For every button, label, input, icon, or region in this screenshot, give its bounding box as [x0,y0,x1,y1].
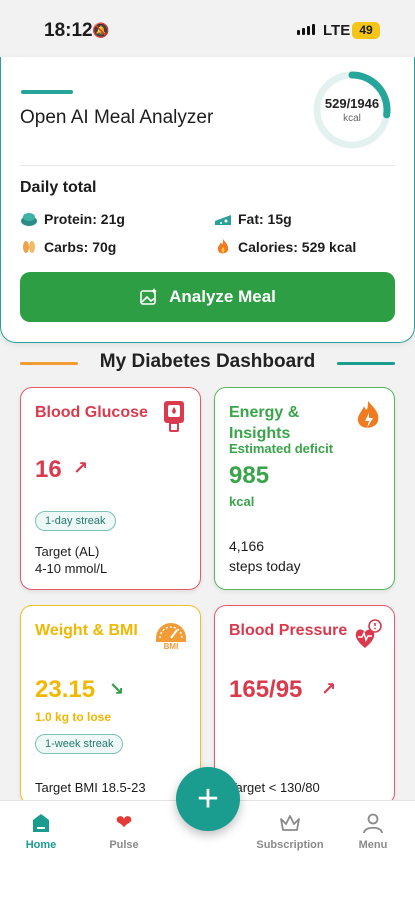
steps-value: 4,166 [229,538,265,554]
fat-value: Fat: 15g [238,211,292,227]
status-bar: 18:12 🔕 LTE 49 [0,0,415,60]
fire-icon [357,401,379,428]
blood-pressure-title: Blood Pressure [229,622,348,639]
heart-icon: ❤ [115,812,133,834]
muted-bell-icon: 🔕 [92,22,110,38]
cheese-icon [215,215,231,225]
accent-line [21,90,73,94]
steps-label: steps today [229,558,301,574]
blood-pressure-card[interactable]: Blood Pressure 165/95 ↗ Target < 130/80 [214,605,395,805]
nav-home[interactable]: Home [1,811,81,851]
blood-glucose-title: Blood Glucose [35,404,148,421]
network-type: LTE [323,22,351,39]
person-icon [363,813,383,834]
glucose-target-range: 4-10 mmol/L [35,561,108,576]
crown-icon [280,815,300,831]
blood-glucose-card[interactable]: Blood Glucose 16 ↗ 1-day streak Target (… [20,387,201,590]
signal-icon [297,24,315,35]
carbs-value: Carbs: 70g [44,239,117,255]
nav-home-label: Home [25,839,57,851]
trend-down-icon: ↘ [109,679,125,699]
glucose-target-label: Target (AL) [35,544,100,559]
meal-analyzer-title: Open AI Meal Analyzer [20,107,214,128]
wheat-icon [23,241,35,253]
blood-pressure-value: 165/95 [229,676,303,703]
trend-up-icon: ↗ [73,458,89,478]
blood-glucose-value: 16 [35,456,62,483]
add-entry-button[interactable]: + [176,767,240,831]
weight-bmi-card[interactable]: Weight & BMI BMI 23.15 ↘ 1.0 kg to lose … [20,605,201,805]
weight-bmi-title: Weight & BMI [35,622,138,639]
bp-target: Target < 130/80 [229,780,320,795]
battery-icon: 49 [352,22,380,39]
bmi-gauge-icon: BMI [156,623,186,650]
calorie-progress-unit: kcal [343,113,361,124]
bp-trend-up-icon: ↗ [321,679,337,699]
glucose-meter-icon [164,401,184,432]
nav-menu[interactable]: Menu [333,811,413,851]
dashboard-accent-right [337,362,395,365]
weight-streak-badge: 1-week streak [35,734,124,754]
calories-stat: Calories: 529 kcal [214,238,356,256]
nav-subscription[interactable]: Subscription [250,811,330,851]
protein-stat: Protein: 21g [20,210,125,228]
nav-pulse-label: Pulse [109,839,139,851]
analyze-meal-button[interactable]: Analyze Meal [20,272,395,322]
analyze-meal-label: Analyze Meal [169,287,276,306]
fat-stat: Fat: 15g [214,210,292,228]
protein-value: Protein: 21g [44,211,125,227]
carbs-stat: Carbs: 70g [20,238,116,256]
status-time: 18:12 [44,20,93,41]
calories-value: Calories: 529 kcal [238,239,357,255]
image-sparkle-icon [140,288,158,305]
energy-insights-title: Energy & Insights [229,404,300,442]
heart-pressure-icon [355,619,382,648]
calorie-progress-value: 529/1946 [324,96,380,111]
divider [20,165,395,166]
nav-pulse[interactable]: ❤ Pulse [84,811,164,851]
nav-menu-label: Menu [358,839,388,851]
bmi-target: Target BMI 18.5-23 [35,780,146,795]
protein-icon [21,213,37,226]
energy-deficit-value: 985 [229,462,270,489]
nav-subscription-label: Subscription [256,839,324,851]
flame-icon [217,239,229,254]
svg-text:BMI: BMI [164,642,179,650]
energy-deficit-unit: kcal [229,494,255,509]
weight-to-lose: 1.0 kg to lose [35,710,112,724]
dashboard-header: My Diabetes Dashboard [0,351,415,375]
daily-total-label: Daily total [20,179,97,196]
home-icon [33,814,49,832]
glucose-streak-badge: 1-day streak [35,511,116,531]
energy-insights-card[interactable]: Energy & Insights Estimated deficit 985 … [214,387,395,590]
energy-subtitle: Estimated deficit [229,441,334,456]
bmi-value: 23.15 [35,676,96,703]
